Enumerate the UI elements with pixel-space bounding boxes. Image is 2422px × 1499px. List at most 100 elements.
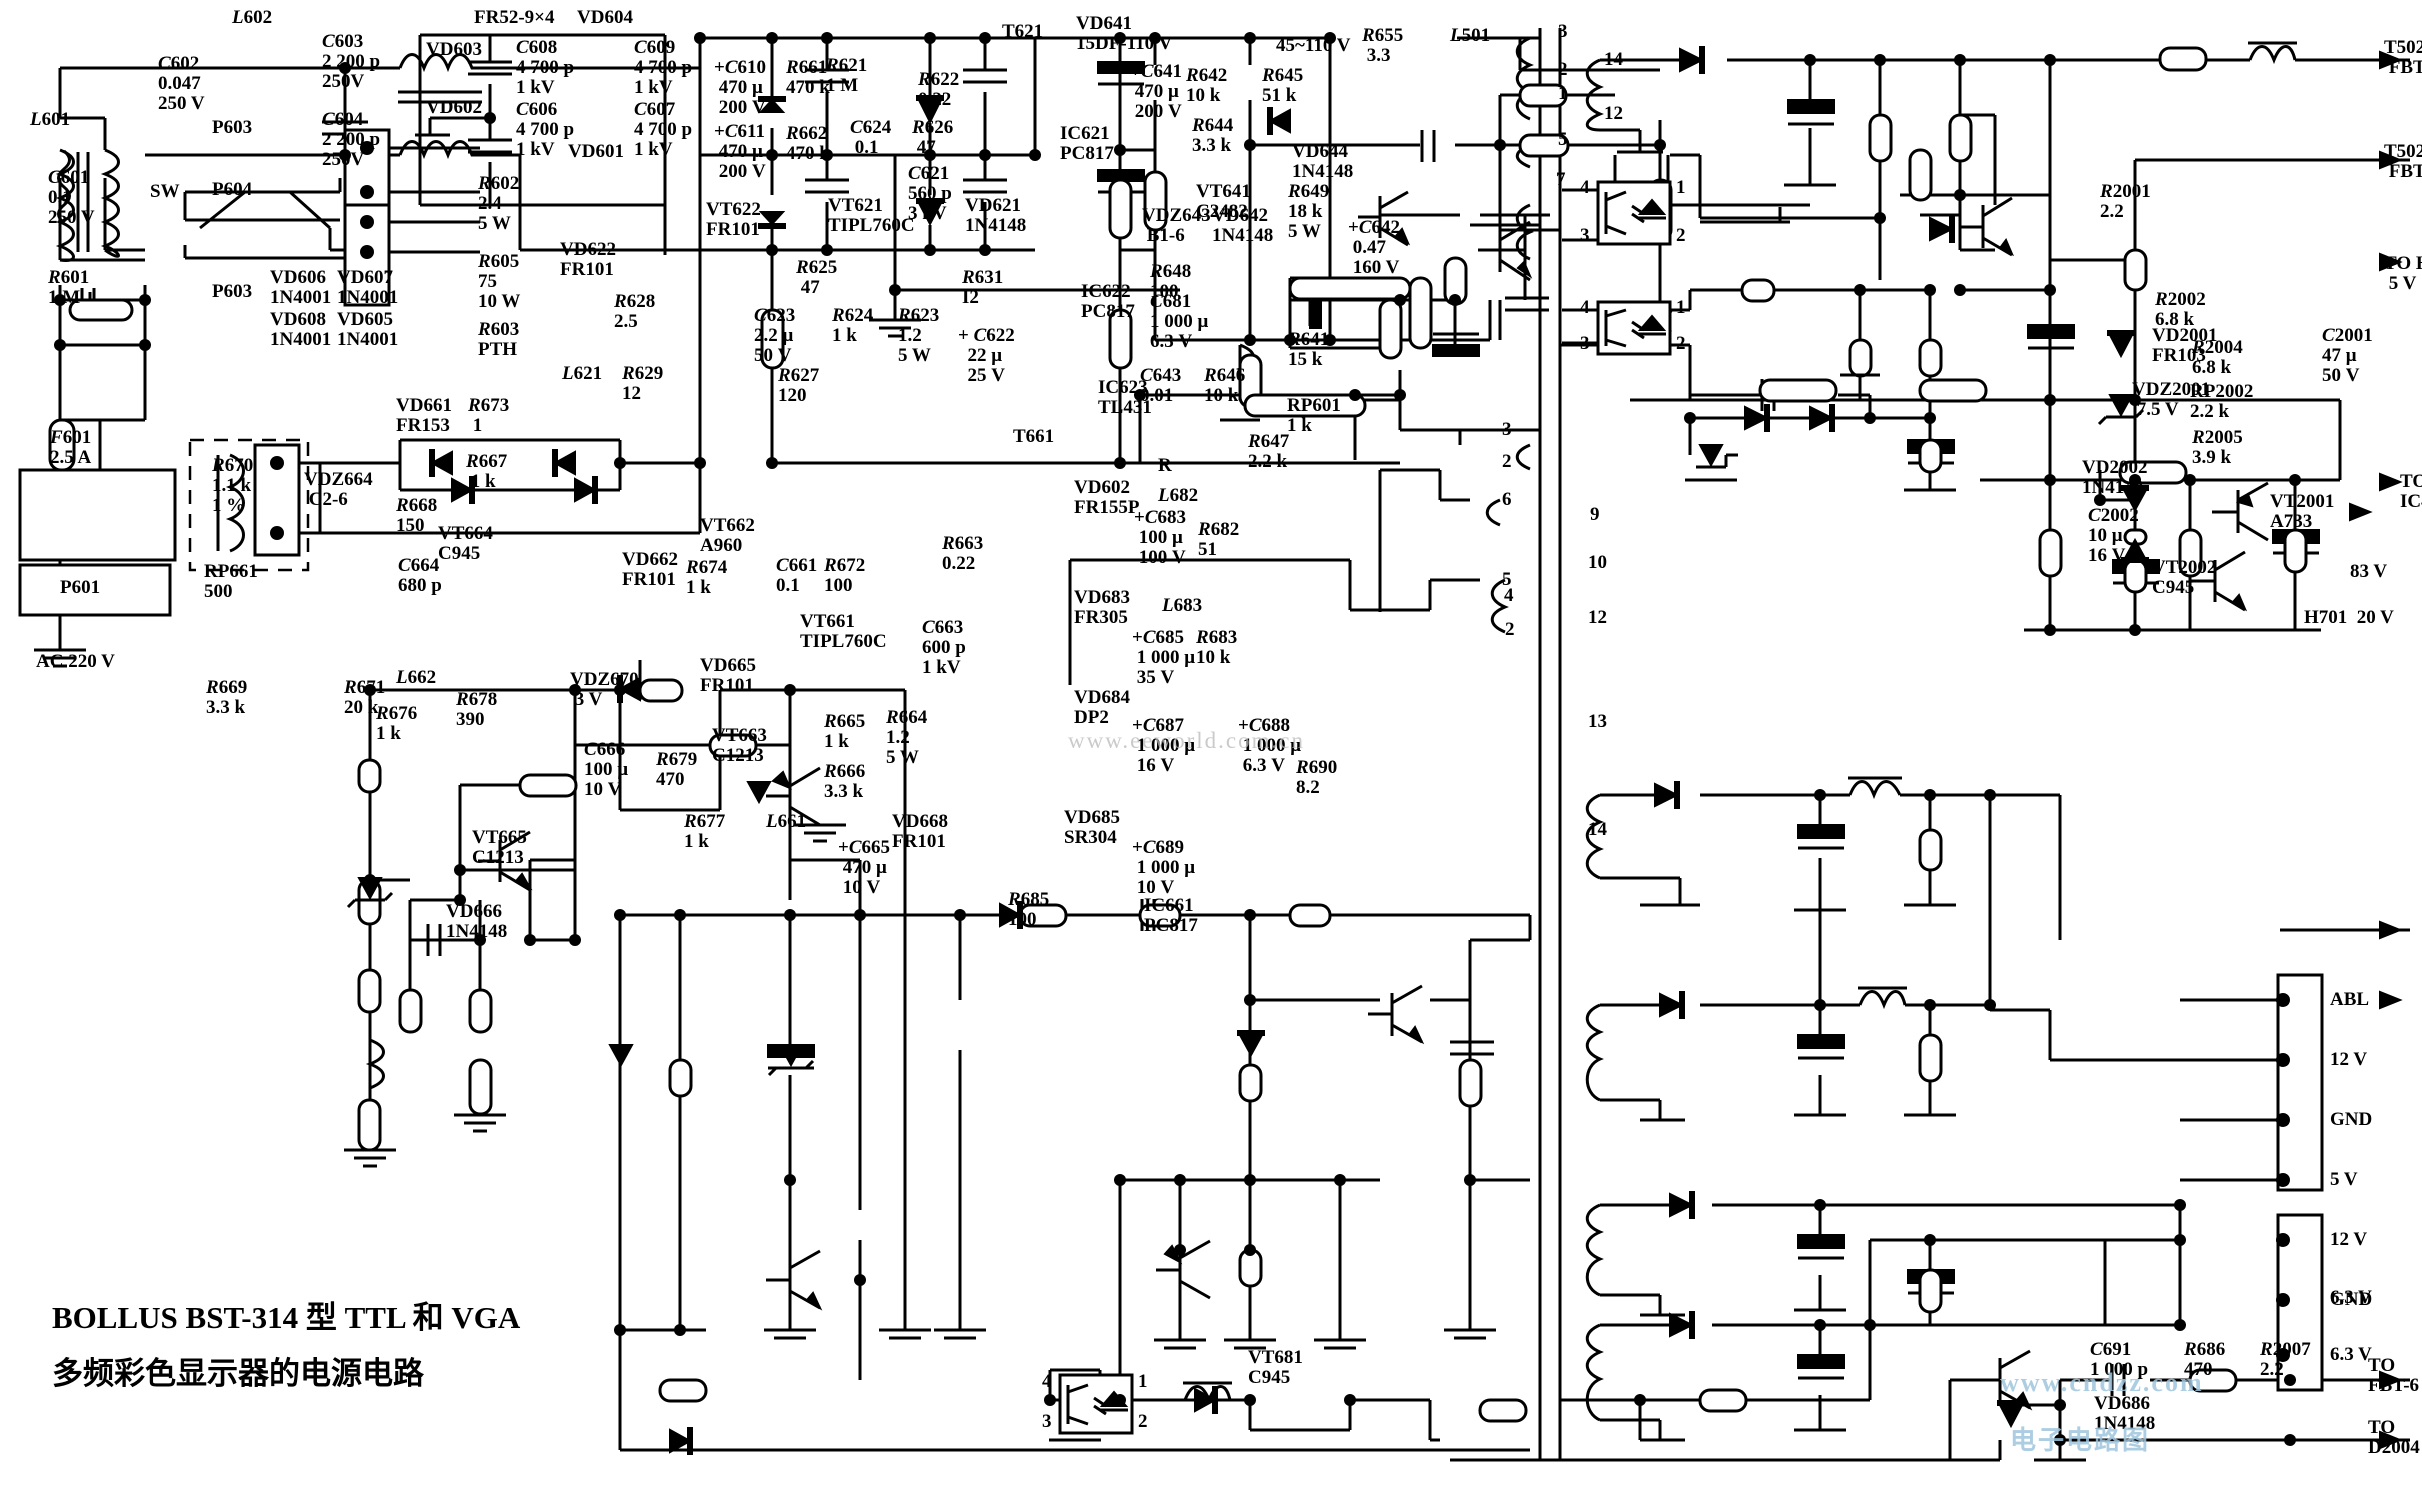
label-r603: R603 PTH bbox=[478, 319, 520, 360]
label-out-t502-1: T502-1 FBT bbox=[2384, 37, 2422, 78]
label-vdz670: VDZ670 3 V bbox=[570, 669, 639, 710]
label-out-t502-6: T502-6 FBT bbox=[2384, 141, 2422, 182]
h701b-pin-12v: 12 V bbox=[2330, 1229, 2368, 1250]
label-r663: R663 0.22 bbox=[942, 533, 984, 574]
schematic-canvas: AC 220 V P601 F601 2.5 A R601 1 M C601 0.1 2… bbox=[0, 0, 2422, 1499]
label-c608: C608 4 700 p1 kV bbox=[516, 37, 575, 98]
label-r605: R605 75 10 W bbox=[478, 251, 521, 312]
label-r676: R676 1 k bbox=[376, 703, 418, 744]
label-vt2001: VT2001 A733 bbox=[2270, 491, 2335, 532]
label-vd604: VD604 bbox=[577, 7, 633, 28]
label-r668: R668 150 bbox=[396, 495, 438, 536]
label-rp2002: RP2002 2.2 k bbox=[2190, 381, 2254, 422]
label-c622: + C622 22 μ 25 V bbox=[958, 325, 1015, 386]
label-out-h701-4: TO H701-4 5 V bbox=[2384, 253, 2422, 294]
label-r683: R683 10 k bbox=[1196, 627, 1238, 668]
label-vd603: VD603 bbox=[426, 39, 482, 60]
label-vd665: VD665 FR101 bbox=[700, 655, 756, 696]
label-r644: R644 3.3 k bbox=[1192, 115, 1234, 156]
watermark-cndzz: www.cndzz.com bbox=[2000, 1368, 2204, 1397]
label-vt681: VT681 C945 bbox=[1248, 1347, 1303, 1388]
label-r627: R627 120 bbox=[778, 365, 820, 406]
label-r669: R669 3.3 k bbox=[206, 677, 248, 718]
label-r664: R664 1.2 5 W bbox=[886, 707, 928, 768]
label-vd607: VD607 1N4001 bbox=[337, 267, 399, 308]
label-l602: L602 bbox=[232, 7, 273, 28]
label-t661: T661 bbox=[1013, 426, 1055, 447]
label-vt664: VT664 C945 bbox=[438, 523, 493, 564]
label-c681: C681 1 000 μ 6.3 V bbox=[1150, 291, 1209, 352]
pin-t661-6: 6 bbox=[1502, 489, 1512, 510]
label-r678: R678 390 bbox=[456, 689, 498, 730]
pin-t621-14: 14 bbox=[1604, 49, 1623, 70]
label-r624: R624 1 k bbox=[832, 305, 874, 346]
label-vd608: VD608 1N4001 bbox=[270, 309, 332, 350]
label-l682: L682 bbox=[1158, 485, 1199, 506]
label-vd601: VD601 bbox=[568, 141, 624, 162]
label-p601: P601 bbox=[60, 577, 101, 598]
label-vd684: VD684 DP2 bbox=[1074, 687, 1130, 728]
label-vt621: VT621 TIPL760C bbox=[828, 195, 915, 236]
label-r2004: R2004 6.8 k bbox=[2192, 337, 2243, 378]
label-rp661: RP661 500 bbox=[204, 561, 258, 602]
h701-pin-12v: 12 V bbox=[2330, 1049, 2368, 1070]
label-c664: C664 680 p bbox=[398, 555, 442, 596]
label-r673: R673 1 bbox=[468, 395, 510, 436]
pin-ic622-4: 4 bbox=[1580, 297, 1590, 318]
label-c665: +C665 470 μ 10 V bbox=[838, 837, 891, 898]
label-vd661: VD661 FR153 bbox=[396, 395, 452, 436]
watermark-cn: 电子电路图 bbox=[2010, 1426, 2151, 1455]
pin-ic621-1: 1 bbox=[1676, 177, 1686, 198]
label-r647: R647 2.2 k bbox=[1248, 431, 1290, 472]
label-out-d2004: TO D2004 bbox=[2368, 1417, 2420, 1458]
label-vd642: VD642 1N4148 bbox=[1212, 205, 1274, 246]
label-l661: L661 bbox=[766, 811, 807, 832]
label-r2007: R2007 2.2 bbox=[2260, 1339, 2311, 1380]
label-p604: P604 bbox=[212, 179, 253, 200]
pin-t661-9: 9 bbox=[1590, 504, 1600, 525]
label-r601: R601 1 M bbox=[48, 267, 90, 308]
label-c642: +C642 0.47 160 V bbox=[1348, 217, 1401, 278]
label-vd644: VD644 1N4148 bbox=[1292, 141, 1354, 182]
label-r622: R622 0.22 bbox=[918, 69, 960, 110]
label-c2001: C2001 47 μ 50 V bbox=[2322, 325, 2373, 386]
label-rp601: RP601 1 k bbox=[1287, 395, 1341, 436]
label-vd606: VD606 1N4001 bbox=[270, 267, 332, 308]
label-vt661: VT661 TIPL760C bbox=[800, 611, 887, 652]
label-c611: +C611 470 μ 200 V bbox=[714, 121, 766, 182]
label-c689: +C689 1 000 μ 10 V bbox=[1132, 837, 1196, 898]
label-vd685: VD685 SR304 bbox=[1064, 807, 1120, 848]
pin-ic661-4: 4 bbox=[1042, 1371, 1052, 1392]
label-ac-input: AC 220 V bbox=[36, 651, 115, 672]
h701-pin-abl: ABL bbox=[2330, 989, 2370, 1010]
pin-t661-13: 13 bbox=[1588, 711, 1607, 732]
label-p603-degauss: P603 bbox=[212, 281, 253, 302]
label-switch-sw: SW bbox=[150, 181, 180, 202]
label-l621: L621 bbox=[562, 363, 603, 384]
label-l662: L662 bbox=[396, 667, 437, 688]
label-r661: R661 470 k bbox=[786, 57, 830, 98]
watermark-eeworld: www.eeworld.com.cn bbox=[1068, 728, 1305, 753]
label-l501: L501 bbox=[1450, 25, 1491, 46]
label-r690: R690 8.2 bbox=[1296, 757, 1338, 798]
label-c604: C604 2 200 p 250V bbox=[322, 109, 381, 170]
label-out-fbt6: TO FBT-6 bbox=[2368, 1355, 2420, 1396]
label-vt662: VT662 A960 bbox=[700, 515, 755, 556]
pin-ic622-1: 1 bbox=[1676, 297, 1686, 318]
label-c643: C643 0.01 bbox=[1140, 365, 1182, 406]
label-r625: R625 47 bbox=[796, 257, 838, 298]
label-vd2002: VD2002 1N4148 bbox=[2082, 457, 2148, 498]
pin-t621-1: 1 bbox=[1558, 83, 1568, 104]
label-c607: C607 4 700 p1 kV bbox=[634, 99, 693, 160]
label-r685: R685 100 bbox=[1008, 889, 1050, 930]
h701b-pin-63v: 6.3 V bbox=[2330, 1344, 2372, 1365]
label-out-ic401: TOIC401-11 bbox=[2400, 471, 2422, 512]
label-c606: C606 4 700 p1 kV bbox=[516, 99, 575, 160]
label-vdz664: VDZ664 C2-6 bbox=[304, 469, 373, 510]
label-c2002: C2002 10 μ 16 V bbox=[2088, 505, 2139, 566]
label-vd641: VD641 15DF-110 V bbox=[1076, 13, 1173, 54]
pin-ic622-2: 2 bbox=[1676, 333, 1686, 354]
h701-pin-gnd: GND bbox=[2330, 1109, 2373, 1130]
pin-t661-12: 12 bbox=[1588, 607, 1607, 628]
label-c661: C661 0.1 bbox=[776, 555, 818, 596]
